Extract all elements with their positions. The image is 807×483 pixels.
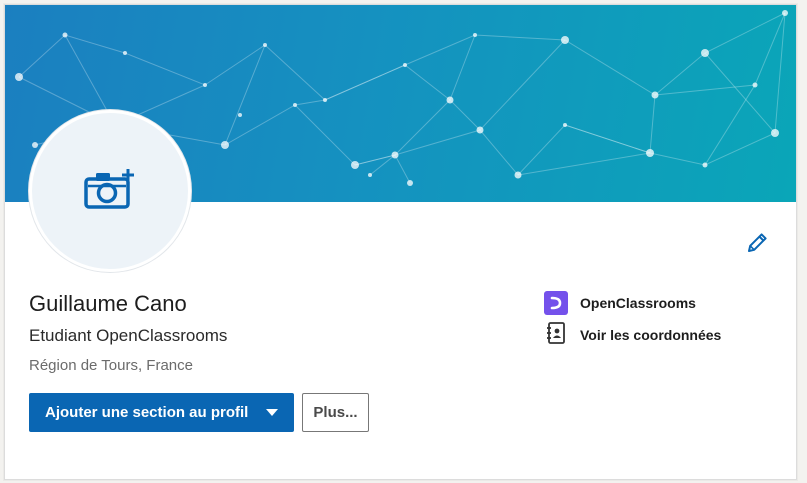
add-profile-section-button[interactable]: Ajouter une section au profil bbox=[29, 393, 294, 432]
sidebar-item-label: OpenClassrooms bbox=[580, 295, 696, 311]
profile-headline: Etudiant OpenClassrooms bbox=[29, 326, 228, 345]
profile-card: Guillaume Cano Etudiant OpenClassrooms R… bbox=[4, 4, 797, 480]
pencil-icon bbox=[745, 233, 769, 259]
openclassrooms-logo-icon bbox=[544, 291, 568, 315]
profile-location: Région de Tours, France bbox=[29, 357, 193, 374]
sidebar-item-label: Voir les coordonnées bbox=[580, 327, 722, 343]
camera-add-icon bbox=[84, 167, 136, 216]
more-button[interactable]: Plus... bbox=[302, 393, 369, 432]
caret-down-icon bbox=[266, 409, 278, 416]
profile-name: Guillaume Cano bbox=[29, 291, 187, 316]
add-profile-section-label: Ajouter une section au profil bbox=[45, 404, 249, 421]
sidebar-item-openclassrooms[interactable]: OpenClassrooms bbox=[544, 290, 696, 316]
edit-profile-button[interactable] bbox=[745, 231, 769, 255]
sidebar-item-contact-info[interactable]: Voir les coordonnées bbox=[544, 321, 722, 350]
contact-book-icon bbox=[544, 321, 568, 350]
profile-photo-placeholder[interactable] bbox=[29, 110, 191, 272]
